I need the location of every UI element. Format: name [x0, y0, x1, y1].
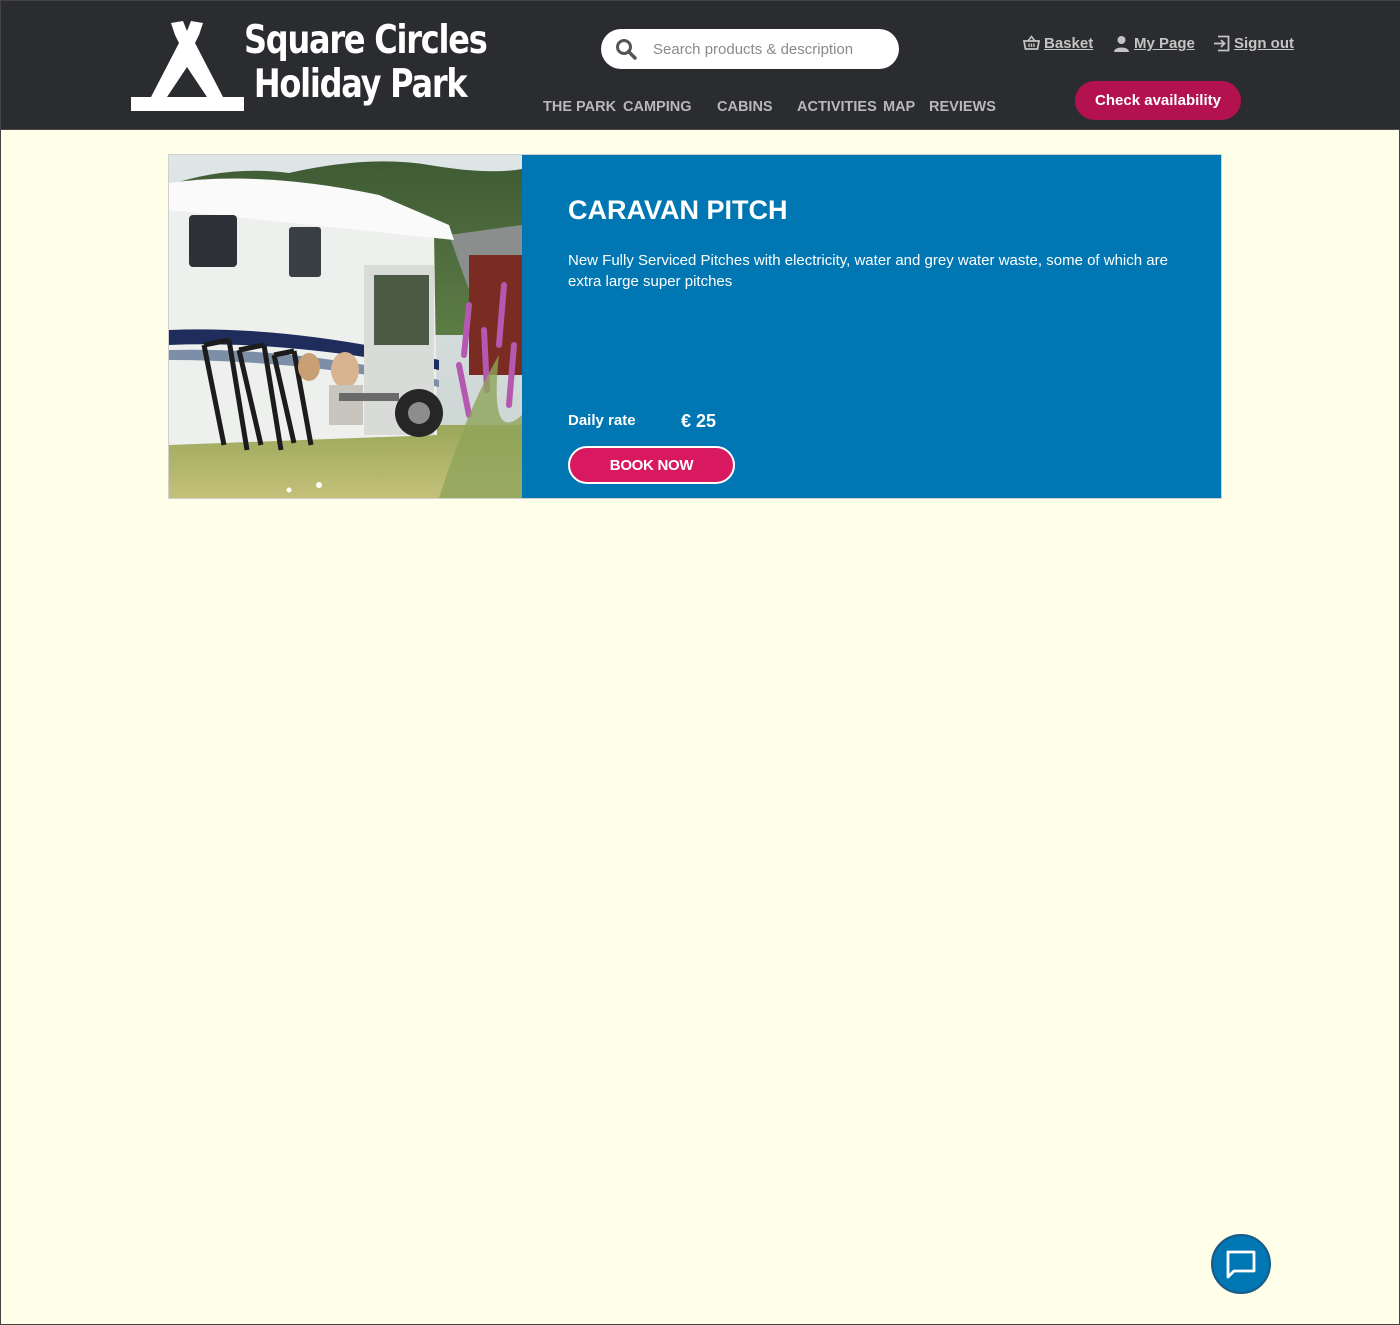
- nav-the-park[interactable]: THE PARK: [543, 99, 616, 115]
- nav-cabins[interactable]: CABINS: [717, 99, 773, 115]
- basket-label: Basket: [1044, 35, 1094, 52]
- basket-link[interactable]: Basket: [1023, 35, 1093, 52]
- chat-button[interactable]: [1211, 1234, 1271, 1294]
- search-icon[interactable]: [615, 38, 637, 60]
- brand-line-1: Square Circles: [244, 18, 488, 63]
- search-bar: [601, 29, 899, 69]
- caravan-photo: [169, 155, 522, 498]
- nav-map[interactable]: MAP: [883, 99, 915, 115]
- check-availability-button[interactable]: Check availability: [1075, 81, 1241, 120]
- product-details: CARAVAN PITCH New Fully Serviced Pitches…: [522, 155, 1221, 498]
- product-description: New Fully Serviced Pitches with electric…: [568, 252, 1168, 290]
- tent-icon[interactable]: [131, 21, 244, 111]
- sign-out-link[interactable]: Sign out: [1213, 35, 1294, 52]
- daily-rate-label: Daily rate: [568, 412, 636, 429]
- chat-icon: [1226, 1250, 1256, 1279]
- book-now-button[interactable]: BOOK NOW: [568, 446, 735, 484]
- nav-camping[interactable]: CAMPING: [623, 99, 691, 115]
- sign-out-label: Sign out: [1234, 35, 1294, 52]
- my-page-label: My Page: [1134, 35, 1195, 52]
- site-header: Square Circles Holiday Park THE PARK CAM…: [1, 1, 1400, 130]
- product-card: CARAVAN PITCH New Fully Serviced Pitches…: [168, 154, 1222, 499]
- product-title: CARAVAN PITCH: [568, 195, 788, 225]
- nav-reviews[interactable]: REVIEWS: [929, 99, 996, 115]
- search-input[interactable]: [653, 40, 883, 58]
- daily-rate-value: € 25: [681, 411, 717, 431]
- sign-out-icon: [1214, 35, 1230, 52]
- my-page-link[interactable]: My Page: [1113, 35, 1195, 52]
- brand-logo-text[interactable]: Square Circles Holiday Park: [244, 18, 488, 107]
- brand-line-2: Holiday Park: [253, 62, 468, 107]
- basket-icon: [1023, 35, 1040, 50]
- user-icon: [1114, 36, 1129, 52]
- nav-activities[interactable]: ACTIVITIES: [797, 99, 877, 115]
